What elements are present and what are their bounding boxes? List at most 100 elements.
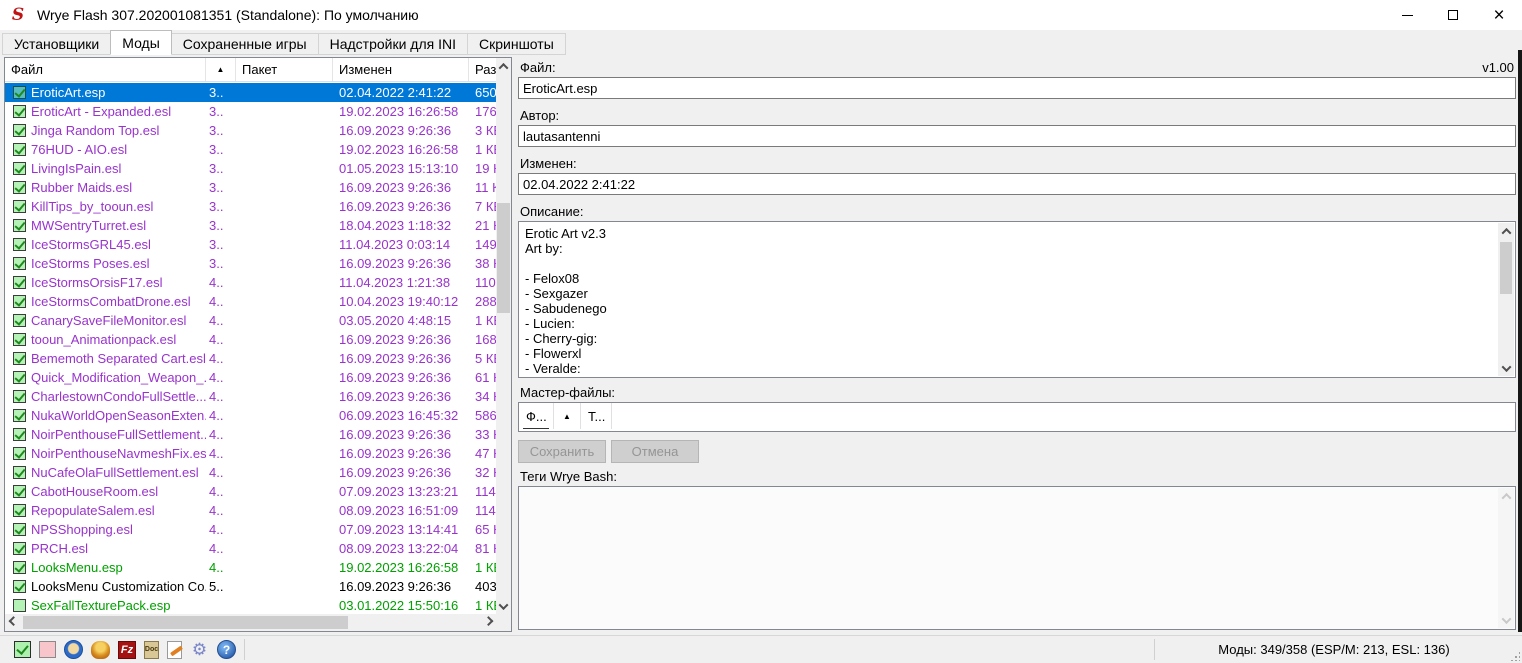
- description-scrollbar[interactable]: [1498, 223, 1514, 376]
- mod-checkbox[interactable]: [13, 105, 26, 118]
- mod-row[interactable]: Jinga Random Top.esl3..16.09.2023 9:26:3…: [5, 121, 496, 140]
- author-field[interactable]: [518, 125, 1516, 147]
- mod-checkbox[interactable]: [13, 542, 26, 555]
- mod-checkbox[interactable]: [13, 181, 26, 194]
- mod-checkbox[interactable]: [13, 523, 26, 536]
- bash-tags-box[interactable]: [518, 486, 1516, 630]
- mod-row[interactable]: NoirPenthouseFullSettlement...4..16.09.2…: [5, 425, 496, 444]
- mod-row[interactable]: tooun_Animationpack.esl4..16.09.2023 9:2…: [5, 330, 496, 349]
- mod-checkbox[interactable]: [13, 428, 26, 441]
- scroll-up-button[interactable]: [496, 58, 511, 74]
- mod-checkbox[interactable]: [13, 447, 26, 460]
- save-button[interactable]: Сохранить: [518, 440, 606, 463]
- masters-column-file[interactable]: Ф...: [519, 403, 554, 429]
- mod-row[interactable]: IceStormsCombatDrone.esl4..10.04.2023 19…: [5, 292, 496, 311]
- tab-installers[interactable]: Установщики: [2, 33, 111, 55]
- mod-checkbox[interactable]: [13, 162, 26, 175]
- description-box[interactable]: Erotic Art v2.3 Art by: - Felox08 - Sexg…: [518, 221, 1516, 378]
- mod-row[interactable]: IceStormsGRL45.esl3..11.04.2023 0:03:141…: [5, 235, 496, 254]
- mod-row[interactable]: LooksMenu Customization Co...5..16.09.20…: [5, 577, 496, 596]
- scroll-down-button[interactable]: [496, 598, 511, 614]
- mod-checkbox[interactable]: [13, 295, 26, 308]
- mod-checkbox[interactable]: [13, 371, 26, 384]
- mods-checked-icon[interactable]: [14, 641, 31, 658]
- tab-screenshots[interactable]: Скриншоты: [467, 33, 566, 55]
- mods-unchecked-icon[interactable]: [39, 641, 56, 658]
- filezilla-icon[interactable]: Fz: [118, 641, 136, 659]
- mod-checkbox[interactable]: [13, 86, 26, 99]
- file-field[interactable]: [518, 77, 1516, 99]
- mod-row[interactable]: Quick_Modification_Weapon_...4..16.09.20…: [5, 368, 496, 387]
- vertical-scroll-thumb[interactable]: [497, 203, 510, 313]
- scroll-left-button[interactable]: [5, 614, 21, 631]
- mod-row[interactable]: NoirPenthouseNavmeshFix.esl4..16.09.2023…: [5, 444, 496, 463]
- mod-row[interactable]: NukaWorldOpenSeasonExten...4..06.09.2023…: [5, 406, 496, 425]
- vertical-scroll-thumb[interactable]: [1500, 242, 1512, 294]
- mod-row[interactable]: KillTips_by_tooun.esl3..16.09.2023 9:26:…: [5, 197, 496, 216]
- close-button[interactable]: ×: [1476, 0, 1522, 30]
- mod-checkbox[interactable]: [13, 276, 26, 289]
- mod-row[interactable]: Rubber Maids.esl3..16.09.2023 9:26:3611 …: [5, 178, 496, 197]
- readme-editor-icon[interactable]: [167, 641, 182, 659]
- maximize-button[interactable]: [1430, 0, 1476, 30]
- column-file[interactable]: Файл: [5, 58, 206, 81]
- masters-column-type[interactable]: Т...: [581, 403, 612, 429]
- scroll-right-button[interactable]: [480, 614, 496, 631]
- column-modified[interactable]: Изменен: [333, 58, 469, 81]
- modified-field[interactable]: [518, 173, 1516, 195]
- mod-checkbox[interactable]: [13, 599, 26, 612]
- column-package[interactable]: Пакет: [236, 58, 333, 81]
- mod-row[interactable]: CharlestownCondoFullSettle...4..16.09.20…: [5, 387, 496, 406]
- tab-mods[interactable]: Моды: [110, 30, 172, 55]
- mod-row[interactable]: MWSentryTurret.esl3..18.04.2023 1:18:322…: [5, 216, 496, 235]
- mod-row[interactable]: NuCafeOlaFullSettlement.esl4..16.09.2023…: [5, 463, 496, 482]
- mod-checkbox[interactable]: [13, 561, 26, 574]
- help-icon[interactable]: ?: [217, 640, 236, 659]
- mod-checkbox[interactable]: [13, 314, 26, 327]
- mod-checkbox[interactable]: [13, 580, 26, 593]
- mod-checkbox[interactable]: [13, 504, 26, 517]
- mod-checkbox[interactable]: [13, 257, 26, 270]
- mod-row[interactable]: IceStorms Poses.esl3..16.09.2023 9:26:36…: [5, 254, 496, 273]
- horizontal-scroll-thumb[interactable]: [23, 616, 348, 629]
- mod-row[interactable]: EroticArt.esp3..02.04.2022 2:41:22650: [5, 83, 496, 102]
- tab-saves[interactable]: Сохраненные игры: [171, 33, 319, 55]
- mod-checkbox[interactable]: [13, 466, 26, 479]
- minimize-button[interactable]: [1384, 0, 1430, 30]
- mod-row[interactable]: Bememoth Separated Cart.esl4..16.09.2023…: [5, 349, 496, 368]
- mod-checkbox[interactable]: [13, 409, 26, 422]
- settings-gear-icon[interactable]: ⚙: [190, 640, 209, 659]
- doc-browser-icon[interactable]: Doc: [144, 641, 159, 659]
- column-sort-indicator[interactable]: ▲: [206, 58, 236, 81]
- mod-row[interactable]: LooksMenu.esp4..19.02.2023 16:26:581 КБ: [5, 558, 496, 577]
- masters-column-sort-indicator[interactable]: ▲: [554, 403, 581, 429]
- mod-row[interactable]: CanarySaveFileMonitor.esl4..03.05.2020 4…: [5, 311, 496, 330]
- mod-checkbox[interactable]: [13, 390, 26, 403]
- game-launcher-icon[interactable]: [64, 640, 83, 659]
- mod-checkbox[interactable]: [13, 219, 26, 232]
- mod-row[interactable]: PRCH.esl4..08.09.2023 13:22:0481 К: [5, 539, 496, 558]
- mod-checkbox[interactable]: [13, 333, 26, 346]
- cancel-button[interactable]: Отмена: [611, 440, 699, 463]
- mod-row[interactable]: SexFallTexturePack.esp03.01.2022 15:50:1…: [5, 596, 496, 614]
- mod-checkbox[interactable]: [13, 200, 26, 213]
- mod-row[interactable]: LivingIsPain.esl3..01.05.2023 15:13:1019…: [5, 159, 496, 178]
- mod-row[interactable]: EroticArt - Expanded.esl3..19.02.2023 16…: [5, 102, 496, 121]
- mod-list-horizontal-scrollbar[interactable]: [5, 614, 496, 631]
- scroll-up-button[interactable]: [1498, 223, 1514, 239]
- mod-checkbox[interactable]: [13, 485, 26, 498]
- mod-row[interactable]: CabotHouseRoom.esl4..07.09.2023 13:23:21…: [5, 482, 496, 501]
- mod-checkbox[interactable]: [13, 124, 26, 137]
- xedit-icon[interactable]: [91, 641, 110, 659]
- tab-ini-edits[interactable]: Надстройки для INI: [318, 33, 468, 55]
- mod-row[interactable]: RepopulateSalem.esl4..08.09.2023 16:51:0…: [5, 501, 496, 520]
- mod-checkbox[interactable]: [13, 238, 26, 251]
- mod-row[interactable]: NPSShopping.esl4..07.09.2023 13:14:4165 …: [5, 520, 496, 539]
- mod-list-vertical-scrollbar[interactable]: [496, 58, 511, 614]
- mod-row[interactable]: IceStormsOrsisF17.esl4..11.04.2023 1:21:…: [5, 273, 496, 292]
- mod-row[interactable]: 76HUD - AIO.esl3..19.02.2023 16:26:581 К…: [5, 140, 496, 159]
- column-size[interactable]: Разм: [469, 58, 496, 81]
- scroll-down-button[interactable]: [1498, 360, 1514, 376]
- mod-checkbox[interactable]: [13, 143, 26, 156]
- mod-checkbox[interactable]: [13, 352, 26, 365]
